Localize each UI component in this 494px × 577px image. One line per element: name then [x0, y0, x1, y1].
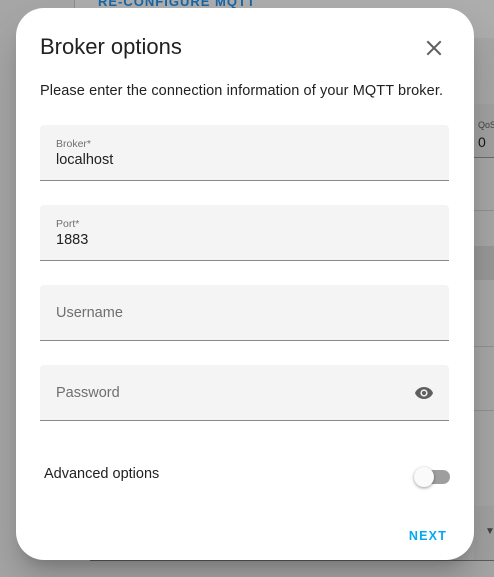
broker-field[interactable]: Broker* localhost — [40, 125, 449, 181]
username-field[interactable]: Username — [40, 285, 449, 341]
broker-options-dialog: Broker options Please enter the connecti… — [16, 8, 474, 560]
port-input[interactable]: 1883 — [56, 232, 88, 248]
username-input[interactable]: Username — [56, 305, 123, 321]
close-button[interactable] — [416, 30, 452, 66]
eye-icon — [415, 387, 433, 399]
password-field[interactable]: Password — [40, 365, 449, 421]
password-input[interactable]: Password — [56, 385, 120, 401]
advanced-options-label: Advanced options — [44, 466, 160, 482]
next-button[interactable]: NEXT — [400, 524, 456, 548]
advanced-options-toggle[interactable] — [414, 467, 452, 487]
password-visibility-button[interactable] — [413, 383, 435, 403]
dialog-title: Broker options — [40, 34, 182, 59]
dialog-description: Please enter the connection information … — [40, 83, 444, 99]
toggle-thumb — [414, 467, 434, 487]
broker-input[interactable]: localhost — [56, 152, 113, 168]
port-label: Port* — [56, 218, 80, 230]
close-icon — [426, 40, 442, 56]
broker-label: Broker* — [56, 138, 92, 150]
port-field[interactable]: Port* 1883 — [40, 205, 449, 261]
advanced-options-row: Advanced options — [44, 464, 452, 490]
